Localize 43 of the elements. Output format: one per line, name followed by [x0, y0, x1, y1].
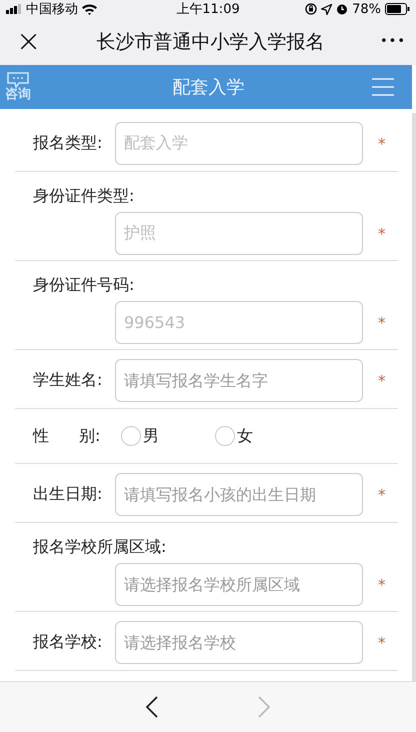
field-label: 性 [33, 426, 50, 446]
close-button[interactable]: × [16, 26, 42, 56]
field-label: 报名学校: [33, 632, 104, 653]
consult-button[interactable]: 咨询 [5, 72, 31, 102]
page-title: 长沙市普通中小学入学报名 [96, 30, 325, 54]
alarm-icon [336, 3, 348, 15]
field-label: 身份证件号码: [33, 275, 134, 296]
required-mark: * [378, 372, 386, 390]
wifi-icon [82, 4, 97, 14]
chat-icon [7, 72, 29, 88]
required-mark: * [378, 134, 386, 152]
input-field[interactable]: 请选择报名学校所属区域 [115, 563, 363, 606]
field-label: 别: [79, 426, 102, 446]
input-field[interactable]: 配套入学 [115, 122, 363, 165]
input-field[interactable]: 护照 [115, 212, 363, 255]
radio-label: 女 [237, 426, 253, 446]
carrier-name: 中国移动 [26, 1, 78, 18]
field-label: 报名类型: [33, 133, 104, 154]
input-field[interactable]: 请填写报名学生名字 [115, 359, 363, 402]
more-button[interactable]: ••• [380, 34, 406, 49]
input-field[interactable]: 请填写报名小孩的出生日期 [115, 473, 363, 516]
field-label: 学生姓名: [33, 370, 104, 391]
input-field[interactable]: 996543 [115, 301, 363, 344]
clock-time: 上午11:09 [176, 1, 240, 18]
input-field[interactable]: 请选择报名学校 [115, 621, 363, 664]
radio-label: 男 [143, 426, 159, 446]
required-mark: * [378, 314, 386, 332]
battery-icon [385, 3, 410, 15]
header-title: 配套入学 [172, 76, 244, 99]
battery-percent: 78% [352, 2, 381, 16]
required-mark: * [378, 486, 386, 504]
radio-button[interactable] [121, 426, 141, 446]
location-icon [321, 4, 332, 14]
required-mark: * [378, 576, 386, 594]
field-label: 出生日期: [33, 484, 104, 505]
required-mark: * [378, 634, 386, 652]
radio-button[interactable] [215, 426, 235, 446]
field-label: 身份证件类型: [33, 186, 134, 207]
signal-icon [6, 4, 22, 14]
field-label: 报名学校所属区域: [33, 537, 166, 558]
required-mark: * [378, 224, 386, 242]
menu-icon[interactable] [372, 78, 394, 96]
rotation-lock-icon [305, 3, 318, 15]
